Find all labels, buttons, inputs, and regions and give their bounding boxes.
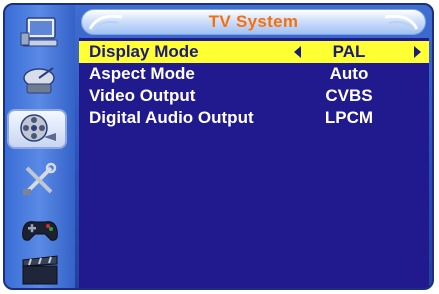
menu-row-value: Auto [329,64,369,83]
sidebar-item-satellite[interactable] [13,60,67,100]
arrow-right-icon[interactable] [412,46,422,58]
menu-row-label: Video Output [89,86,196,105]
clapperboard-icon [22,255,58,285]
tools-icon [23,162,57,195]
film-reel-icon [20,114,56,142]
title-bar: TV System [81,9,426,35]
osd-menu-window: TV System Display Mode PAL Aspect Mode A… [3,3,434,290]
menu-row-value: LPCM [324,108,374,127]
swirl-decoration-icon [384,14,419,32]
gamepad-icon [22,221,58,241]
menu-row-label: Aspect Mode [89,64,195,83]
menu-row-display-mode[interactable]: Display Mode PAL [79,41,429,63]
menu-row-video-output[interactable]: Video Output CVBS [79,85,429,107]
sidebar-item-games[interactable] [13,210,67,250]
monitor-icon [20,17,58,47]
satellite-dish-icon [23,67,55,94]
sidebar-item-display[interactable] [13,13,67,53]
arrow-left-icon[interactable] [293,46,303,58]
settings-panel: Display Mode PAL Aspect Mode Auto Video … [79,38,429,288]
sidebar-item-tv-system[interactable] [7,109,67,149]
menu-row-value: CVBS [325,86,373,105]
menu-row-label: Digital Audio Output [89,108,254,127]
menu-row-label: Display Mode [89,42,199,61]
category-sidebar [5,5,75,288]
page-title: TV System [208,12,299,31]
sidebar-item-media[interactable] [13,250,67,288]
menu-row-aspect-mode[interactable]: Aspect Mode Auto [79,63,429,85]
menu-row-value: PAL [332,42,366,61]
sidebar-item-settings[interactable] [13,160,67,200]
menu-row-digital-audio-output[interactable]: Digital Audio Output LPCM [79,107,429,129]
